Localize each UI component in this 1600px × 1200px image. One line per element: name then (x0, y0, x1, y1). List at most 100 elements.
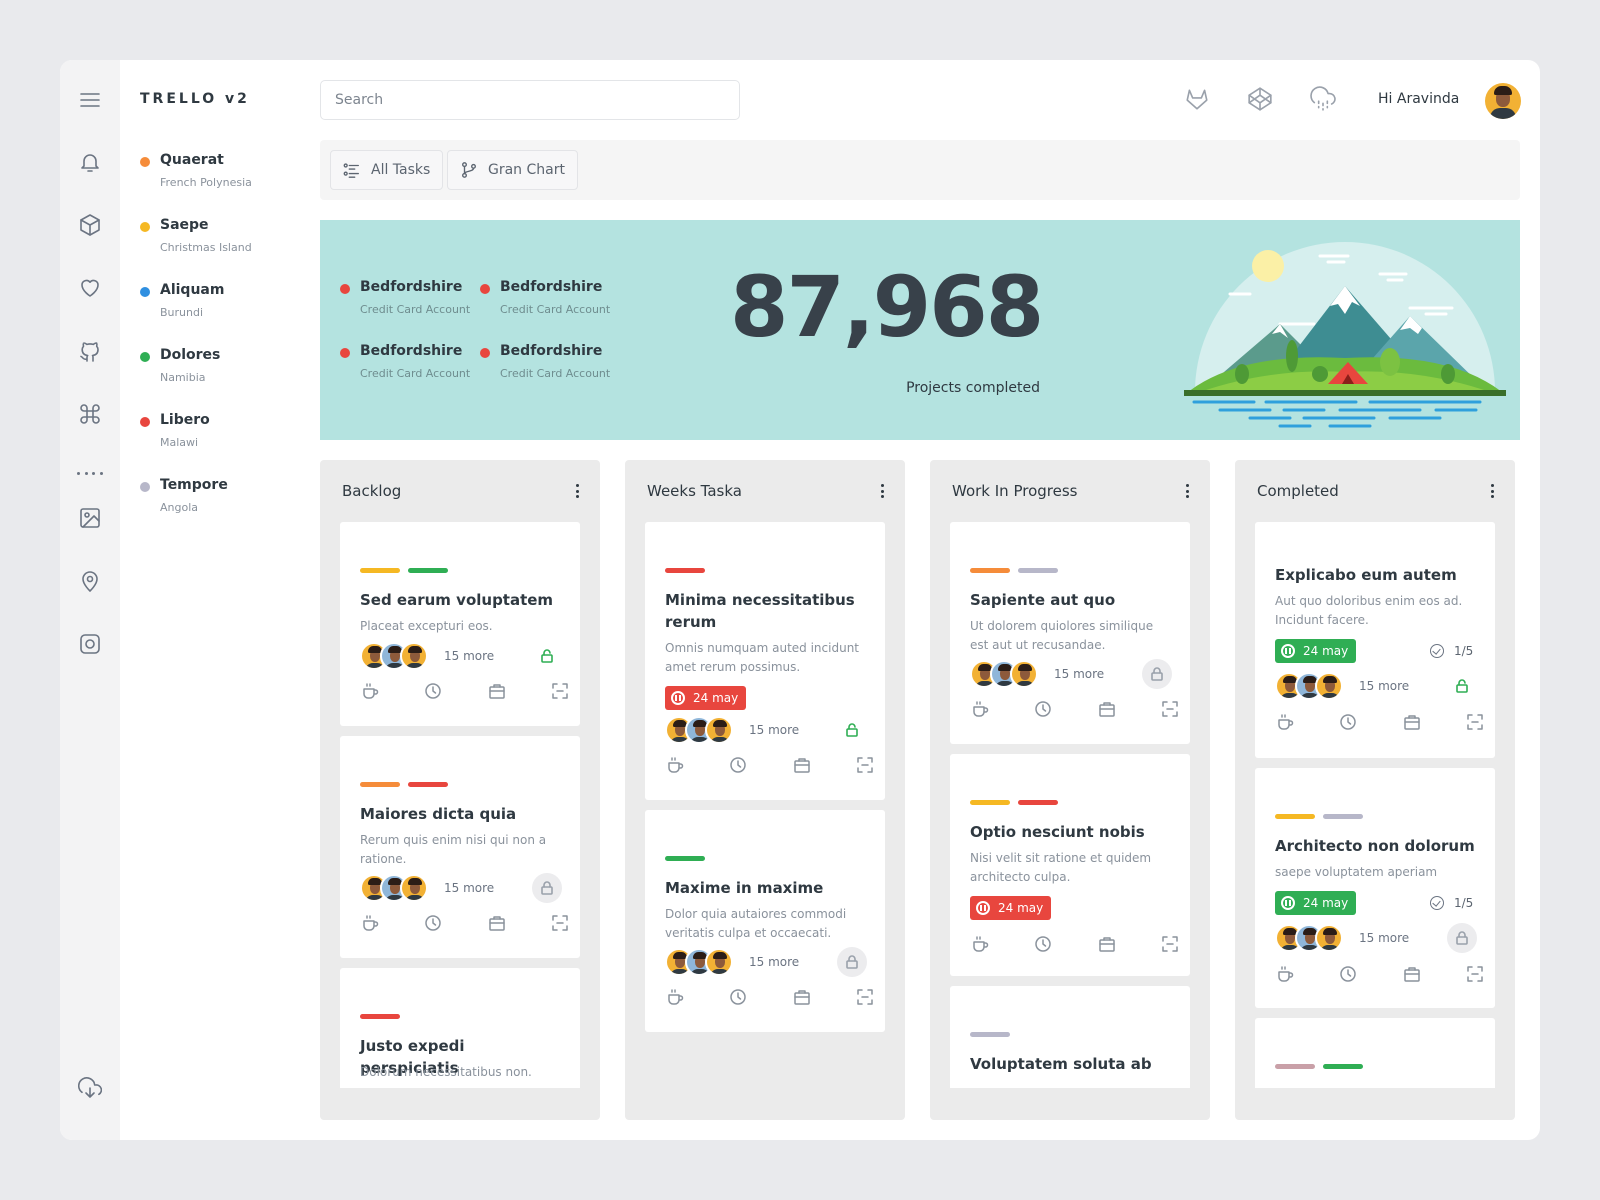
coffee-icon[interactable] (665, 755, 685, 775)
task-card[interactable]: Justo expedi perspiciatis Dolorum necess… (340, 968, 580, 1088)
scan-icon[interactable] (855, 987, 875, 1007)
git-branch-icon (462, 162, 476, 178)
task-card[interactable] (1255, 1018, 1495, 1088)
lock-icon[interactable] (532, 873, 562, 903)
kebab-menu-icon[interactable] (576, 484, 580, 498)
task-card[interactable]: Minima necessitatibus rerum Omnis numqua… (645, 522, 885, 800)
more-members[interactable]: 15 more (749, 955, 799, 969)
checklist-count: 1/5 (1454, 896, 1474, 910)
scan-icon[interactable] (1465, 964, 1485, 984)
card-members[interactable]: 15 more (665, 716, 799, 744)
bell-icon[interactable] (76, 148, 104, 176)
unlock-icon[interactable] (837, 715, 867, 745)
card-members[interactable]: 15 more (665, 948, 799, 976)
avatar[interactable] (1485, 83, 1521, 119)
scan-icon[interactable] (1160, 699, 1180, 719)
task-card[interactable]: Sapiente aut quo Ut dolorem quiolores si… (950, 522, 1190, 744)
checklist-progress[interactable]: 1/5 (1430, 644, 1473, 658)
more-members[interactable]: 15 more (749, 723, 799, 737)
card-members[interactable]: 15 more (1275, 672, 1409, 700)
lock-icon[interactable] (1447, 923, 1477, 953)
tab-gran-chart[interactable]: Gran Chart (447, 150, 578, 190)
task-card[interactable]: Sed earum voluptatem Placeat excepturi e… (340, 522, 580, 726)
more-members[interactable]: 15 more (444, 881, 494, 895)
task-card[interactable]: Maiores dicta quia Rerum quis enim nisi … (340, 736, 580, 958)
coffee-icon[interactable] (970, 934, 990, 954)
lock-icon[interactable] (1142, 659, 1172, 689)
check-circle-icon (1430, 644, 1444, 658)
more-icon[interactable] (77, 472, 103, 475)
scan-icon[interactable] (855, 755, 875, 775)
more-members[interactable]: 15 more (1359, 931, 1409, 945)
avatar (1315, 672, 1343, 700)
card-title: Minima necessitatibus rerum (665, 591, 855, 631)
box-icon[interactable] (76, 211, 104, 239)
briefcase-icon[interactable] (1097, 934, 1117, 954)
kebab-menu-icon[interactable] (1491, 484, 1495, 498)
search-input[interactable] (320, 80, 740, 120)
menu-icon[interactable] (76, 86, 104, 114)
card-members[interactable]: 15 more (970, 660, 1104, 688)
clock-icon[interactable] (423, 681, 443, 701)
lock-icon[interactable] (837, 947, 867, 977)
briefcase-icon[interactable] (792, 755, 812, 775)
task-card[interactable]: Optio nesciunt nobis Nisi velit sit rati… (950, 754, 1190, 976)
user-greeting: Hi Aravinda (1378, 91, 1460, 107)
kebab-menu-icon[interactable] (1186, 484, 1190, 498)
unlock-icon[interactable] (532, 641, 562, 671)
more-members[interactable]: 15 more (1359, 679, 1409, 693)
scan-icon[interactable] (550, 913, 570, 933)
card-members[interactable]: 15 more (360, 874, 494, 902)
kebab-menu-icon[interactable] (881, 484, 885, 498)
briefcase-icon[interactable] (487, 681, 507, 701)
clock-icon[interactable] (728, 755, 748, 775)
scan-icon[interactable] (1160, 934, 1180, 954)
task-card[interactable]: Architecto non dolorum saepe voluptatem … (1255, 768, 1495, 1008)
coffee-icon[interactable] (665, 987, 685, 1007)
codepen-icon[interactable] (1245, 84, 1275, 114)
card-actions (1275, 964, 1485, 984)
coffee-icon[interactable] (970, 699, 990, 719)
heart-icon[interactable] (76, 274, 104, 302)
clock-icon[interactable] (1033, 699, 1053, 719)
coffee-icon[interactable] (360, 913, 380, 933)
briefcase-icon[interactable] (487, 913, 507, 933)
clock-icon[interactable] (1033, 934, 1053, 954)
clock-icon[interactable] (728, 987, 748, 1007)
cloud-rain-icon[interactable] (1308, 84, 1338, 114)
coffee-icon[interactable] (1275, 712, 1295, 732)
briefcase-icon[interactable] (1402, 712, 1422, 732)
coffee-icon[interactable] (360, 681, 380, 701)
command-icon[interactable] (76, 400, 104, 428)
card-members[interactable]: 15 more (1275, 924, 1409, 952)
due-date-badge[interactable]: 24 may (1275, 891, 1357, 915)
github-icon[interactable] (76, 337, 104, 365)
cloud-download-icon[interactable] (76, 1074, 104, 1102)
location-pin-icon[interactable] (76, 567, 104, 595)
unlock-icon[interactable] (1447, 671, 1477, 701)
gitlab-icon[interactable] (1182, 84, 1212, 114)
image-icon[interactable] (76, 504, 104, 532)
scan-icon[interactable] (550, 681, 570, 701)
more-members[interactable]: 15 more (1054, 667, 1104, 681)
briefcase-icon[interactable] (1097, 699, 1117, 719)
due-date-badge[interactable]: 24 may (970, 896, 1052, 920)
clock-icon[interactable] (1338, 712, 1358, 732)
tag (1323, 1064, 1363, 1069)
card-members[interactable]: 15 more (360, 642, 494, 670)
briefcase-icon[interactable] (1402, 964, 1422, 984)
due-date-badge[interactable]: 24 may (1275, 639, 1357, 663)
task-card[interactable]: Maxime in maxime Dolor quia autaiores co… (645, 810, 885, 1032)
clock-icon[interactable] (423, 913, 443, 933)
task-card[interactable]: Explicabo eum autem Aut quo doloribus en… (1255, 522, 1495, 758)
tab-all-tasks[interactable]: All Tasks (330, 150, 444, 190)
due-date-badge[interactable]: 24 may (665, 686, 747, 710)
checklist-progress[interactable]: 1/5 (1430, 896, 1473, 910)
more-members[interactable]: 15 more (444, 649, 494, 663)
scan-icon[interactable] (1465, 712, 1485, 732)
briefcase-icon[interactable] (792, 987, 812, 1007)
instagram-icon[interactable] (76, 630, 104, 658)
task-card[interactable]: Voluptatem soluta ab (950, 986, 1190, 1088)
coffee-icon[interactable] (1275, 964, 1295, 984)
clock-icon[interactable] (1338, 964, 1358, 984)
